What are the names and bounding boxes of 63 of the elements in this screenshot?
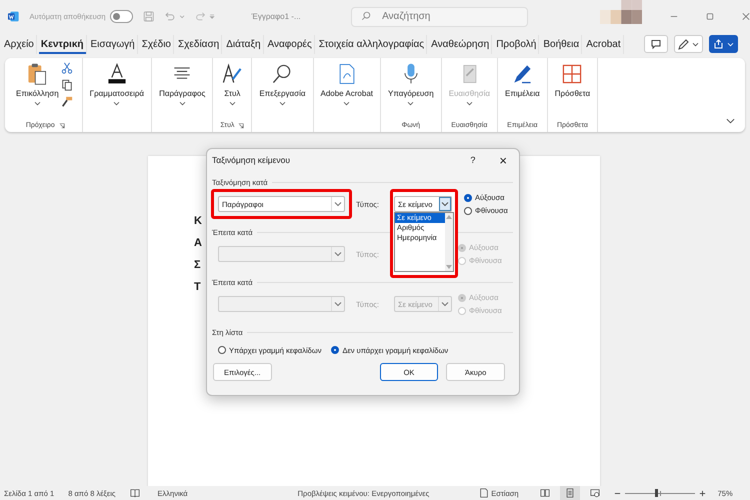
menu-tab[interactable]: Σχεδίαση — [176, 34, 222, 54]
document-title: Έγγραφο1 -... — [252, 12, 302, 20]
menu-tab[interactable]: Διάταξη — [224, 34, 264, 54]
menu-tab[interactable]: Αρχείο — [2, 34, 37, 54]
zoom-slider[interactable] — [624, 488, 695, 498]
caret-icon — [441, 301, 449, 307]
speech-bubble-icon — [650, 38, 662, 50]
ribbon-button[interactable]: Στυλ — [220, 58, 244, 119]
word-logo-icon[interactable] — [8, 10, 20, 22]
menu-tab[interactable]: Αναφορές — [266, 34, 315, 54]
ribbon-button[interactable]: Γραμματοσειρά — [90, 58, 144, 119]
pencil-icon — [678, 38, 690, 50]
document-text: Σ — [194, 258, 201, 273]
menu-tab[interactable]: Acrobat — [584, 34, 624, 54]
caret-icon — [334, 201, 342, 207]
copy-icon[interactable] — [60, 79, 73, 91]
ribbon-button[interactable]: Επεξεργασία — [259, 58, 306, 119]
editing-mode-button[interactable] — [674, 35, 703, 53]
menu-tab[interactable]: Προβολή — [494, 34, 540, 54]
caret-icon — [441, 201, 449, 207]
search-field[interactable]: Αναζήτηση — [351, 6, 528, 26]
autosave-toggle[interactable] — [110, 10, 133, 22]
ribbon-button[interactable]: Υπαγόρευση — [388, 58, 434, 119]
comments-button[interactable] — [644, 35, 668, 53]
share-button[interactable] — [708, 35, 738, 53]
menu-tab[interactable]: Σχέδιο — [140, 34, 174, 54]
menu-tab[interactable]: Αναθεώρηση — [429, 34, 492, 54]
document-icon — [479, 488, 490, 498]
close-icon[interactable] — [742, 12, 750, 20]
document-text: Κ — [194, 214, 202, 229]
caret-icon — [726, 42, 734, 46]
ribbon-button[interactable]: Adobe Acrobat — [320, 58, 373, 119]
document-text: Τ — [194, 280, 201, 295]
share-icon — [712, 38, 725, 50]
scissors-icon[interactable] — [60, 62, 73, 74]
menu-tab[interactable]: Εισαγωγή — [88, 34, 138, 54]
dialog-launcher-icon[interactable] — [238, 122, 244, 128]
search-icon — [361, 11, 372, 21]
maximize-icon[interactable] — [706, 12, 714, 20]
slider-thumb[interactable] — [655, 489, 658, 497]
ribbon-button[interactable]: Επικόλληση — [16, 58, 59, 119]
view-button[interactable] — [560, 486, 580, 500]
web-page-icon — [590, 488, 600, 498]
caret-icon — [334, 251, 342, 257]
menu-tab[interactable]: Βοήθεια — [541, 34, 582, 54]
menu-tab[interactable]: Στοιχεία αλληλογραφίας — [316, 34, 428, 54]
ribbon-button[interactable]: Επιμέλεια — [504, 58, 540, 119]
document-text: Α — [194, 236, 202, 251]
menu-tab[interactable]: Κεντρική — [38, 34, 87, 54]
book-icon[interactable] — [130, 488, 140, 498]
dialog-launcher-icon[interactable] — [58, 122, 65, 128]
ribbon-button[interactable]: Παράγραφος — [159, 58, 206, 119]
page-icon — [564, 488, 575, 498]
paintbrush-icon[interactable] — [60, 96, 73, 108]
open-book-icon — [540, 488, 550, 498]
dialog-title: Ταξινόμηση κείμενου — [212, 155, 292, 165]
ribbon-button[interactable]: Πρόσθετα — [554, 58, 590, 119]
collapse-ribbon-icon[interactable] — [726, 118, 735, 124]
close-button[interactable]: × — [499, 152, 507, 168]
zoom-in-icon[interactable] — [698, 490, 706, 496]
help-button[interactable]: ? — [470, 155, 476, 165]
caret-icon — [334, 301, 342, 307]
caret-icon — [692, 42, 699, 46]
